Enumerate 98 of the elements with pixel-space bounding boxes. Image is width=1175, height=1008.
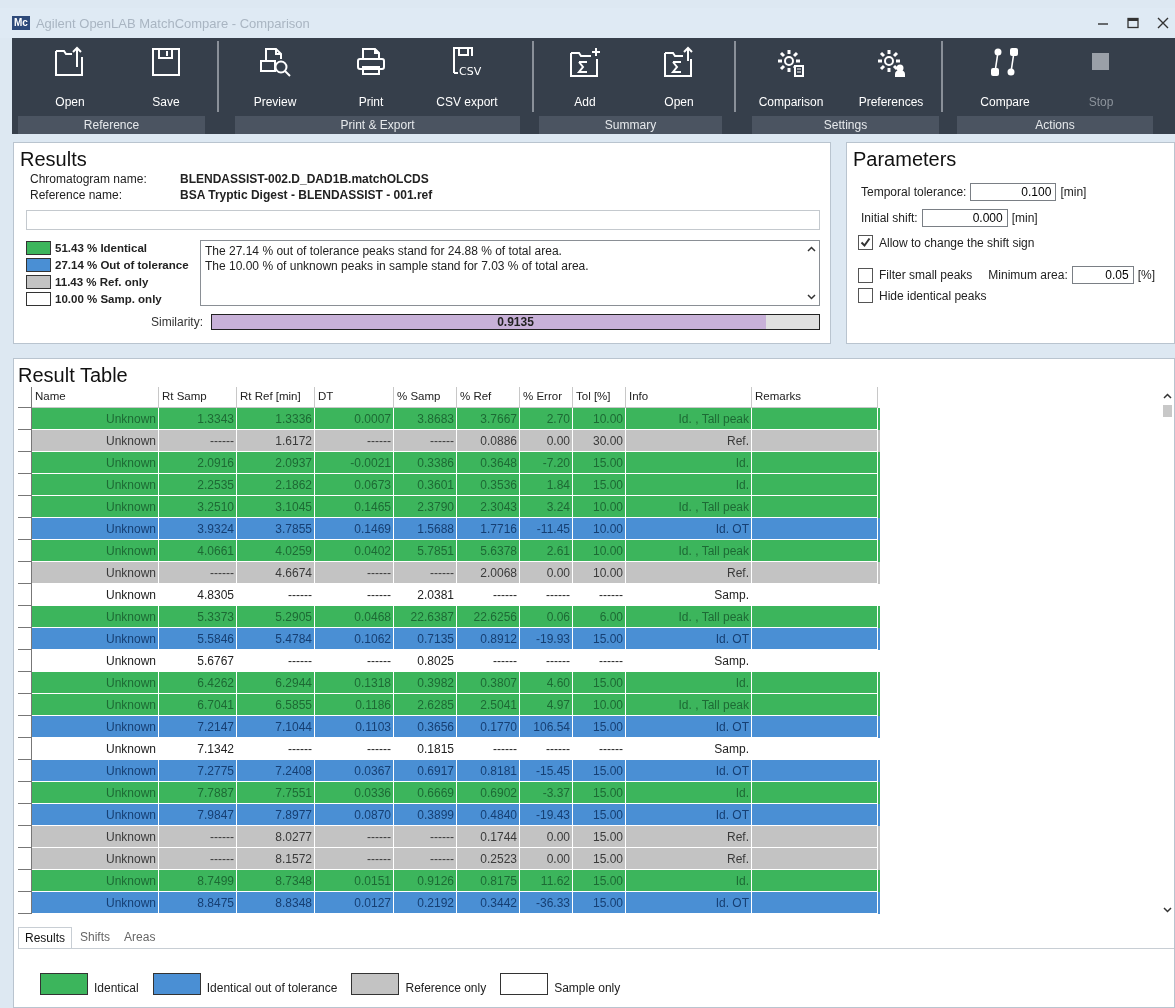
row-selector[interactable] (18, 672, 32, 694)
toolbar-button[interactable]: Add (538, 41, 632, 112)
checkbox[interactable] (858, 288, 873, 303)
row-selector[interactable] (18, 496, 32, 518)
toolbar-button[interactable]: Save (118, 41, 214, 112)
row-selector[interactable] (18, 826, 32, 848)
unit-label: [%] (1137, 268, 1156, 282)
panel-title: Parameters (853, 147, 958, 171)
table-cell: 0.2192 (394, 892, 457, 914)
tolerance-input[interactable]: 0.100 (970, 183, 1057, 201)
row-selector[interactable] (18, 474, 32, 496)
table-cell: Id. OT (626, 892, 752, 914)
row-selector[interactable] (18, 584, 32, 606)
row-selector[interactable] (18, 760, 32, 782)
toolbar-button[interactable]: Preferences (841, 41, 941, 112)
toolbar-button[interactable]: Preview (227, 41, 323, 112)
legend-label: 11.43 % Ref. only (55, 276, 149, 288)
legend-label: Reference only (405, 981, 487, 995)
toolbar-button[interactable]: Comparison (741, 41, 841, 112)
table-cell: 8.8475 (159, 892, 237, 914)
toolbar-button[interactable]: Compare (957, 41, 1053, 112)
scroll-up-icon[interactable] (806, 246, 816, 252)
message-text: The 27.14 % out of tolerance peaks stand for 24.88 % of total area. (205, 244, 563, 259)
row-selector[interactable] (18, 738, 32, 760)
maximize-icon[interactable] (1127, 17, 1139, 29)
table-row[interactable]: Unknown ------ 4.6674 ------ ------ 2.0068 0.00 10.00 Ref. (18, 562, 880, 584)
checkbox-label: Allow to change the shift sign (879, 235, 1035, 250)
legend-label: 27.14 % Out of tolerance (55, 259, 189, 271)
toolbar-button[interactable]: Open (22, 41, 118, 112)
group-label: Reference (18, 116, 205, 134)
table-row[interactable]: Unknown ------ 8.1572 ------ ------ 0.2523 0.00 15.00 Ref. (18, 848, 880, 870)
similarity-label: Similarity: (149, 315, 204, 329)
add-sum-icon (567, 45, 603, 79)
minimum-area-input[interactable]: 0.05 (1071, 266, 1134, 284)
tab[interactable]: Shifts (74, 927, 117, 948)
panel-title: Results (20, 147, 88, 171)
panel-title: Result Table (18, 363, 129, 387)
legend-label: 51.43 % Identical (55, 242, 148, 254)
app-logo: Mc (12, 16, 30, 30)
row-selector[interactable] (18, 848, 32, 870)
row-selector[interactable] (18, 892, 32, 914)
legend-label: Identical (94, 981, 139, 995)
table-row[interactable]: Unknown ------ 1.6172 ------ ------ 0.0886 0.00 30.00 Ref. (18, 430, 880, 452)
field-label: Reference name: (30, 188, 124, 202)
row-selector[interactable] (18, 408, 32, 430)
row-selector[interactable] (18, 650, 32, 672)
field-value: BLENDASSIST-002.D_DAD1B.matchOLCDS (180, 172, 429, 186)
field-label: Temporal tolerance: (861, 185, 967, 199)
tab[interactable]: Areas (118, 927, 162, 948)
checkbox-label: Filter small peaks (879, 268, 973, 282)
toolbar-button[interactable]: CSV CSV export (419, 41, 515, 112)
tab[interactable]: Results (18, 927, 72, 948)
legend-label: Sample only (554, 981, 621, 995)
table-cell: Unknown (32, 892, 159, 914)
toolbar-button[interactable]: Open (632, 41, 726, 112)
legend-label: Identical out of tolerance (206, 981, 338, 995)
table-cell: 15.00 (573, 892, 626, 914)
scroll-down-icon[interactable] (1162, 907, 1172, 913)
checkbox[interactable] (858, 267, 873, 283)
unit-label: [min] (1060, 185, 1087, 199)
row-selector[interactable] (18, 518, 32, 540)
field-label: Chromatogram name: (30, 172, 148, 186)
shift-input[interactable]: 0.000 (921, 209, 1008, 227)
checkbox-label: Hide identical peaks (879, 288, 987, 303)
legend-label: 10.00 % Samp. only (55, 293, 162, 305)
group-label: Settings (752, 116, 939, 134)
row-selector[interactable] (18, 716, 32, 738)
group-label: Summary (539, 116, 722, 134)
field-value: BSA Tryptic Digest - BLENDASSIST - 001.ref (180, 188, 433, 202)
checkbox[interactable] (858, 235, 873, 250)
message-text: The 10.00 % of unknown peaks in sample stand for 7.03 % of total area. (205, 259, 590, 274)
group-label: Print & Export (235, 116, 520, 134)
row-selector[interactable] (18, 782, 32, 804)
field-label: Minimum area: (988, 268, 1068, 282)
similarity-value: 0.9135 (496, 315, 535, 329)
table-cell: 0.0127 (315, 892, 394, 914)
row-selector[interactable] (18, 870, 32, 892)
close-icon[interactable] (1157, 17, 1169, 29)
scroll-down-icon[interactable] (806, 294, 816, 300)
field-label: Initial shift: (861, 211, 918, 225)
preview-icon (257, 45, 293, 79)
group-label: Actions (957, 116, 1153, 134)
table-cell: 8.8348 (237, 892, 315, 914)
table-cell: -36.33 (520, 892, 573, 914)
row-selector[interactable] (18, 606, 32, 628)
row-selector[interactable] (18, 804, 32, 826)
scroll-thumb[interactable] (1162, 405, 1172, 417)
row-selector[interactable] (18, 628, 32, 650)
row-selector[interactable] (18, 430, 32, 452)
row-selector[interactable] (18, 562, 32, 584)
row-selector[interactable] (18, 540, 32, 562)
row-selector[interactable] (18, 452, 32, 474)
table-cell: 0.3442 (457, 892, 520, 914)
table-row[interactable]: Unknown ------ 8.0277 ------ ------ 0.1744 0.00 15.00 Ref. (18, 826, 880, 848)
unit-label: [min] (1011, 211, 1038, 225)
row-selector[interactable] (18, 694, 32, 716)
scroll-up-icon[interactable] (1162, 393, 1172, 399)
toolbar-button[interactable]: Print (323, 41, 419, 112)
